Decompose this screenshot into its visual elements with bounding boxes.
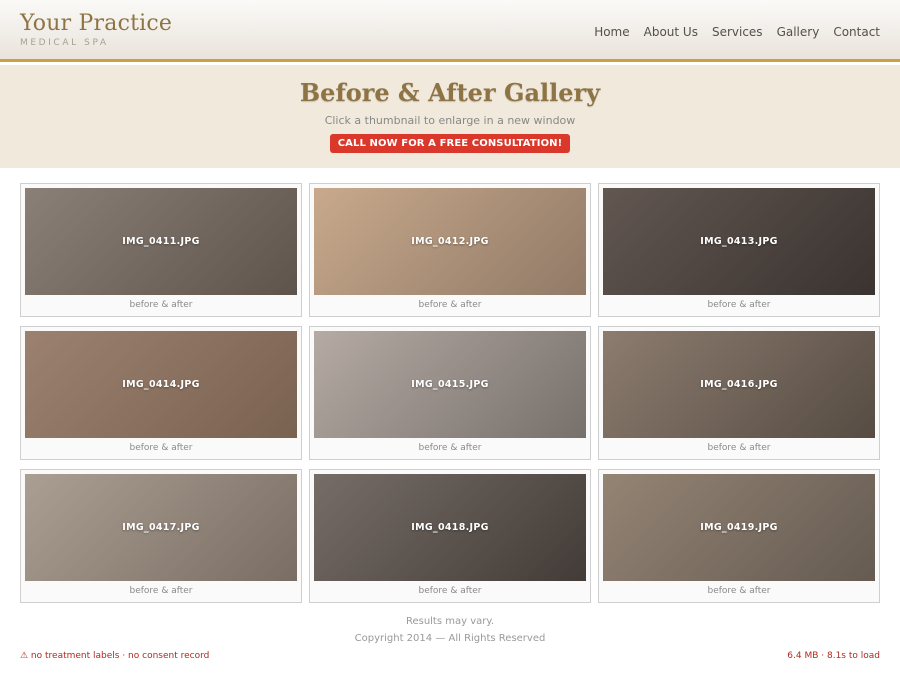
brand-logo[interactable]: Your Practice MEDICAL SPA — [20, 11, 172, 48]
gallery-caption: before & after — [418, 586, 482, 596]
gallery-card[interactable]: IMG_0416.JPG before & after — [598, 326, 880, 460]
gallery-caption: before & after — [129, 586, 193, 596]
gallery-caption: before & after — [129, 443, 193, 453]
gallery-thumbnail[interactable]: IMG_0412.JPG — [314, 188, 586, 295]
gallery-caption: before & after — [418, 300, 482, 310]
page-subtitle: Click a thumbnail to enlarge in a new wi… — [324, 114, 576, 127]
brand-title: Your Practice — [20, 11, 173, 36]
results-disclaimer: Results may vary. — [405, 616, 495, 627]
gallery-thumbnail[interactable]: IMG_0414.JPG — [25, 331, 297, 438]
gallery-caption: before & after — [707, 443, 771, 453]
nav-home[interactable]: Home — [594, 25, 629, 39]
main-nav: Home About Us Services Gallery Contact — [594, 25, 880, 39]
nav-gallery[interactable]: Gallery — [777, 25, 820, 39]
nav-contact[interactable]: Contact — [833, 25, 880, 39]
site-header: Your Practice MEDICAL SPA Home About Us … — [0, 0, 900, 62]
nav-about-us[interactable]: About Us — [644, 25, 698, 39]
compliance-warning: ⚠ no treatment labels · no consent recor… — [20, 651, 210, 661]
gallery-grid: IMG_0411.JPG before & after IMG_0412.JPG… — [20, 183, 880, 603]
gallery-thumbnail[interactable]: IMG_0417.JPG — [25, 474, 297, 581]
gallery-card[interactable]: IMG_0411.JPG before & after — [20, 183, 302, 317]
gallery-card[interactable]: IMG_0415.JPG before & after — [309, 326, 591, 460]
gallery-caption: before & after — [707, 300, 771, 310]
gallery-thumbnail[interactable]: IMG_0413.JPG — [603, 188, 875, 295]
page-load-stats: 6.4 MB · 8.1s to load — [787, 651, 880, 661]
gallery-card[interactable]: IMG_0419.JPG before & after — [598, 469, 880, 603]
gallery-card[interactable]: IMG_0417.JPG before & after — [20, 469, 302, 603]
nav-services[interactable]: Services — [712, 25, 763, 39]
copyright-text: Copyright 2014 — All Rights Reserved — [354, 633, 546, 644]
page-title: Before & After Gallery — [299, 78, 601, 107]
hero-banner: Before & After Gallery Click a thumbnail… — [0, 65, 900, 168]
brand-subtitle: MEDICAL SPA — [20, 38, 109, 48]
gallery-thumbnail[interactable]: IMG_0416.JPG — [603, 331, 875, 438]
gallery-thumbnail[interactable]: IMG_0411.JPG — [25, 188, 297, 295]
gallery-thumbnail[interactable]: IMG_0419.JPG — [603, 474, 875, 581]
gallery-caption: before & after — [418, 443, 482, 453]
gallery-caption: before & after — [129, 300, 193, 310]
gallery-card[interactable]: IMG_0414.JPG before & after — [20, 326, 302, 460]
gallery-thumbnail[interactable]: IMG_0418.JPG — [314, 474, 586, 581]
gallery-card[interactable]: IMG_0413.JPG before & after — [598, 183, 880, 317]
gallery-thumbnail[interactable]: IMG_0415.JPG — [314, 331, 586, 438]
gallery-card[interactable]: IMG_0412.JPG before & after — [309, 183, 591, 317]
gallery-card[interactable]: IMG_0418.JPG before & after — [309, 469, 591, 603]
consultation-cta-button[interactable]: CALL NOW FOR A FREE CONSULTATION! — [329, 134, 571, 153]
gallery-caption: before & after — [707, 586, 771, 596]
